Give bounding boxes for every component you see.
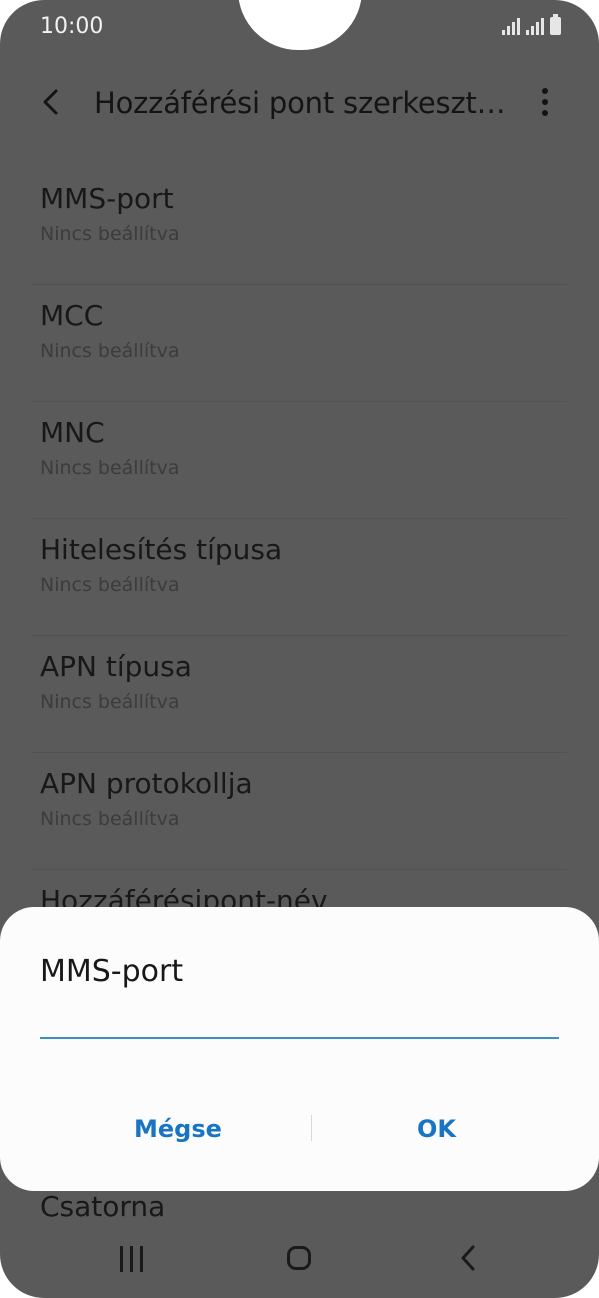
nav-back-icon[interactable] (455, 1244, 483, 1272)
mms-port-input[interactable] (40, 1007, 559, 1039)
list-item-title: APN protokollja (40, 767, 253, 800)
list-item-apn-type[interactable]: APN típusa Nincs beállítva (0, 636, 599, 753)
list-item-subtitle: Nincs beállítva (40, 574, 180, 596)
settings-list: MMS-port Nincs beállítva MCC Nincs beáll… (0, 168, 599, 987)
status-time: 10:00 (40, 14, 104, 39)
dialog-title: MMS-port (40, 954, 184, 989)
cancel-button[interactable]: Mégse (118, 1111, 238, 1147)
navigation-bar (0, 1226, 599, 1294)
dialog-button-row: Mégse OK (0, 1107, 599, 1151)
ok-button[interactable]: OK (401, 1111, 472, 1147)
status-bar: 10:00 (0, 0, 599, 56)
list-item-mcc[interactable]: MCC Nincs beállítva (0, 285, 599, 402)
battery-icon (550, 14, 561, 35)
list-item-title: MCC (40, 299, 104, 332)
list-item-title: Hitelesítés típusa (40, 533, 283, 566)
list-item-title: MMS-port (40, 182, 174, 215)
list-item-mms-port[interactable]: MMS-port Nincs beállítva (0, 168, 599, 285)
signal-2-icon (526, 17, 544, 35)
chevron-left-icon[interactable] (36, 86, 68, 118)
list-item-subtitle: Nincs beállítva (40, 808, 180, 830)
list-item-channel[interactable]: Csatorna (40, 1190, 165, 1223)
status-icons (502, 14, 561, 35)
list-item-subtitle: Nincs beállítva (40, 691, 180, 713)
list-item-subtitle: Nincs beállítva (40, 457, 180, 479)
phone-screen: 10:00 Hozzáférési pont szerkeszt… MMS-po… (0, 0, 599, 1298)
button-divider (311, 1115, 312, 1141)
home-icon[interactable] (287, 1246, 311, 1270)
list-item-title: MNC (40, 416, 105, 449)
more-vertical-icon[interactable] (530, 84, 560, 120)
signal-1-icon (502, 17, 520, 35)
list-item-subtitle: Nincs beállítva (40, 340, 180, 362)
list-item-apn-protocol[interactable]: APN protokollja Nincs beállítva (0, 753, 599, 870)
list-item-mnc[interactable]: MNC Nincs beállítva (0, 402, 599, 519)
list-item-auth-type[interactable]: Hitelesítés típusa Nincs beállítva (0, 519, 599, 636)
recents-icon[interactable] (120, 1246, 143, 1272)
list-item-title: APN típusa (40, 650, 192, 683)
mms-port-dialog: MMS-port Mégse OK (0, 907, 599, 1191)
page-title: Hozzáférési pont szerkeszt… (94, 86, 506, 120)
app-bar: Hozzáférési pont szerkeszt… (0, 70, 599, 134)
list-item-subtitle: Nincs beállítva (40, 223, 180, 245)
